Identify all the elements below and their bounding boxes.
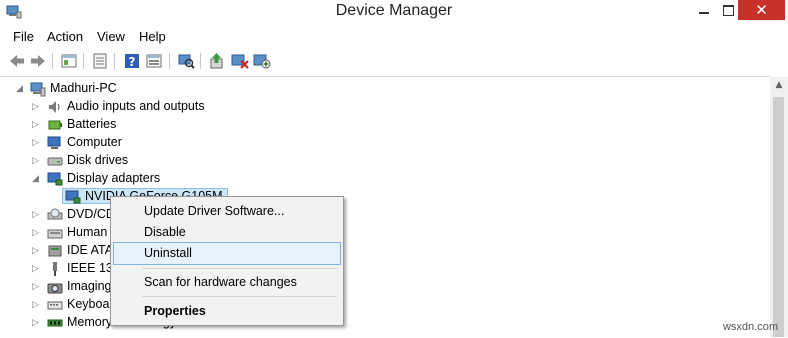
toolbar: ? <box>0 47 788 75</box>
tree-item-label: Display adapters <box>67 171 161 185</box>
maximize-button[interactable] <box>719 0 737 20</box>
battery-icon <box>48 120 62 130</box>
tree-item-label: Imaging <box>67 279 112 293</box>
menu-item-label: Scan for hardware changes <box>144 275 297 289</box>
back-arrow-icon[interactable] <box>8 52 26 70</box>
expand-icon[interactable]: ▷ <box>32 263 42 275</box>
menu-item-properties[interactable]: Properties <box>113 300 339 322</box>
menu-view[interactable]: View <box>97 29 125 44</box>
menu-item-label: Properties <box>144 304 206 318</box>
menu-help[interactable]: Help <box>139 29 166 44</box>
uninstall-device-icon[interactable] <box>253 52 271 70</box>
menu-item-scan-hardware[interactable]: Scan for hardware changes <box>113 271 339 293</box>
title-bar: Device Manager ✕ <box>0 0 788 24</box>
scan-hardware-changes-icon[interactable] <box>177 52 195 70</box>
expand-icon[interactable]: ▷ <box>32 119 42 131</box>
computer-icon <box>47 136 61 149</box>
ieee1394-icon <box>53 262 57 276</box>
display-adapter-icon <box>65 190 81 204</box>
expand-icon[interactable]: ▷ <box>32 209 42 221</box>
toolbar-separator <box>169 53 170 69</box>
tree-item-display-adapters[interactable]: ◢ Display adapters <box>32 170 332 188</box>
speaker-icon <box>49 101 60 113</box>
update-driver-icon[interactable] <box>208 52 226 70</box>
toolbar-separator <box>52 53 53 69</box>
dvd-drive-icon <box>47 208 63 220</box>
camera-icon <box>47 283 63 294</box>
close-button[interactable]: ✕ <box>738 0 785 20</box>
menu-item-uninstall[interactable]: Uninstall <box>113 242 341 265</box>
tree-item-label: Keyboar <box>67 297 114 311</box>
window-title: Device Manager <box>335 2 453 19</box>
tree-item-disk-drives[interactable]: ▷ Disk drives <box>32 152 332 170</box>
expand-icon[interactable]: ▷ <box>32 317 42 329</box>
menu-separator <box>142 268 337 269</box>
menu-bar: File Action View Help <box>0 26 788 46</box>
expand-icon[interactable]: ▷ <box>32 137 42 149</box>
tree-item-label: DVD/CD <box>67 207 115 221</box>
forward-arrow-icon[interactable] <box>29 52 47 70</box>
expand-icon[interactable]: ▷ <box>32 227 42 239</box>
expand-icon[interactable]: ▷ <box>32 155 42 167</box>
show-hidden-icon[interactable] <box>145 52 163 70</box>
tree-root-label: Madhuri-PC <box>50 81 117 95</box>
tree-item-label: IDE ATA <box>67 243 114 257</box>
minimize-button[interactable] <box>690 0 718 20</box>
menu-item-label: Disable <box>144 225 186 239</box>
menu-item-label: Update Driver Software... <box>144 204 285 218</box>
toolbar-separator <box>83 53 84 69</box>
expand-icon[interactable]: ▷ <box>32 281 42 293</box>
menu-file[interactable]: File <box>13 29 34 44</box>
show-hide-tree-icon[interactable] <box>60 52 78 70</box>
hid-icon <box>47 229 63 239</box>
tree-item-batteries[interactable]: ▷ Batteries <box>32 116 332 134</box>
tree-item-label: Computer <box>67 135 122 149</box>
tree-item-label: Disk drives <box>67 153 129 167</box>
toolbar-separator <box>200 53 201 69</box>
help-icon[interactable]: ? <box>123 52 141 70</box>
tree-item-computer[interactable]: ▷ Computer <box>32 134 332 152</box>
menu-item-label: Uninstall <box>144 246 192 260</box>
menu-action[interactable]: Action <box>47 29 83 44</box>
expand-icon[interactable]: ▷ <box>32 299 42 311</box>
tree-item-audio[interactable]: ▷ Audio inputs and outputs <box>32 98 332 116</box>
expand-icon[interactable]: ▷ <box>32 245 42 257</box>
memory-icon <box>47 319 63 327</box>
tree-item-label: Batteries <box>67 117 117 131</box>
menu-item-update-driver[interactable]: Update Driver Software... <box>113 200 339 222</box>
menu-separator <box>142 296 337 297</box>
computer-icon <box>30 82 46 97</box>
tree-item-label: Audio inputs and outputs <box>67 99 205 113</box>
expand-icon[interactable]: ▷ <box>32 101 42 113</box>
vertical-scrollbar[interactable]: ▲ <box>770 77 788 337</box>
scroll-up-arrow-icon[interactable]: ▲ <box>770 77 788 94</box>
collapse-icon[interactable]: ◢ <box>32 173 42 185</box>
ide-controller-icon <box>48 245 62 257</box>
collapse-icon[interactable]: ◢ <box>16 83 26 95</box>
disable-device-icon[interactable] <box>231 52 249 70</box>
scroll-thumb[interactable] <box>773 97 784 337</box>
keyboard-icon <box>47 301 63 310</box>
tree-root-node[interactable]: ◢ Madhuri-PC <box>16 80 316 98</box>
toolbar-separator <box>114 53 115 69</box>
properties-icon[interactable] <box>91 52 109 70</box>
svg-text:?: ? <box>129 55 136 69</box>
menu-item-disable[interactable]: Disable <box>113 221 339 243</box>
display-adapter-icon <box>47 172 63 186</box>
disk-drive-icon <box>47 157 63 166</box>
tree-item-label: Human <box>67 225 108 239</box>
watermark: wsxdn.com <box>722 321 778 333</box>
context-menu: Update Driver Software... Disable Uninst… <box>110 196 344 326</box>
